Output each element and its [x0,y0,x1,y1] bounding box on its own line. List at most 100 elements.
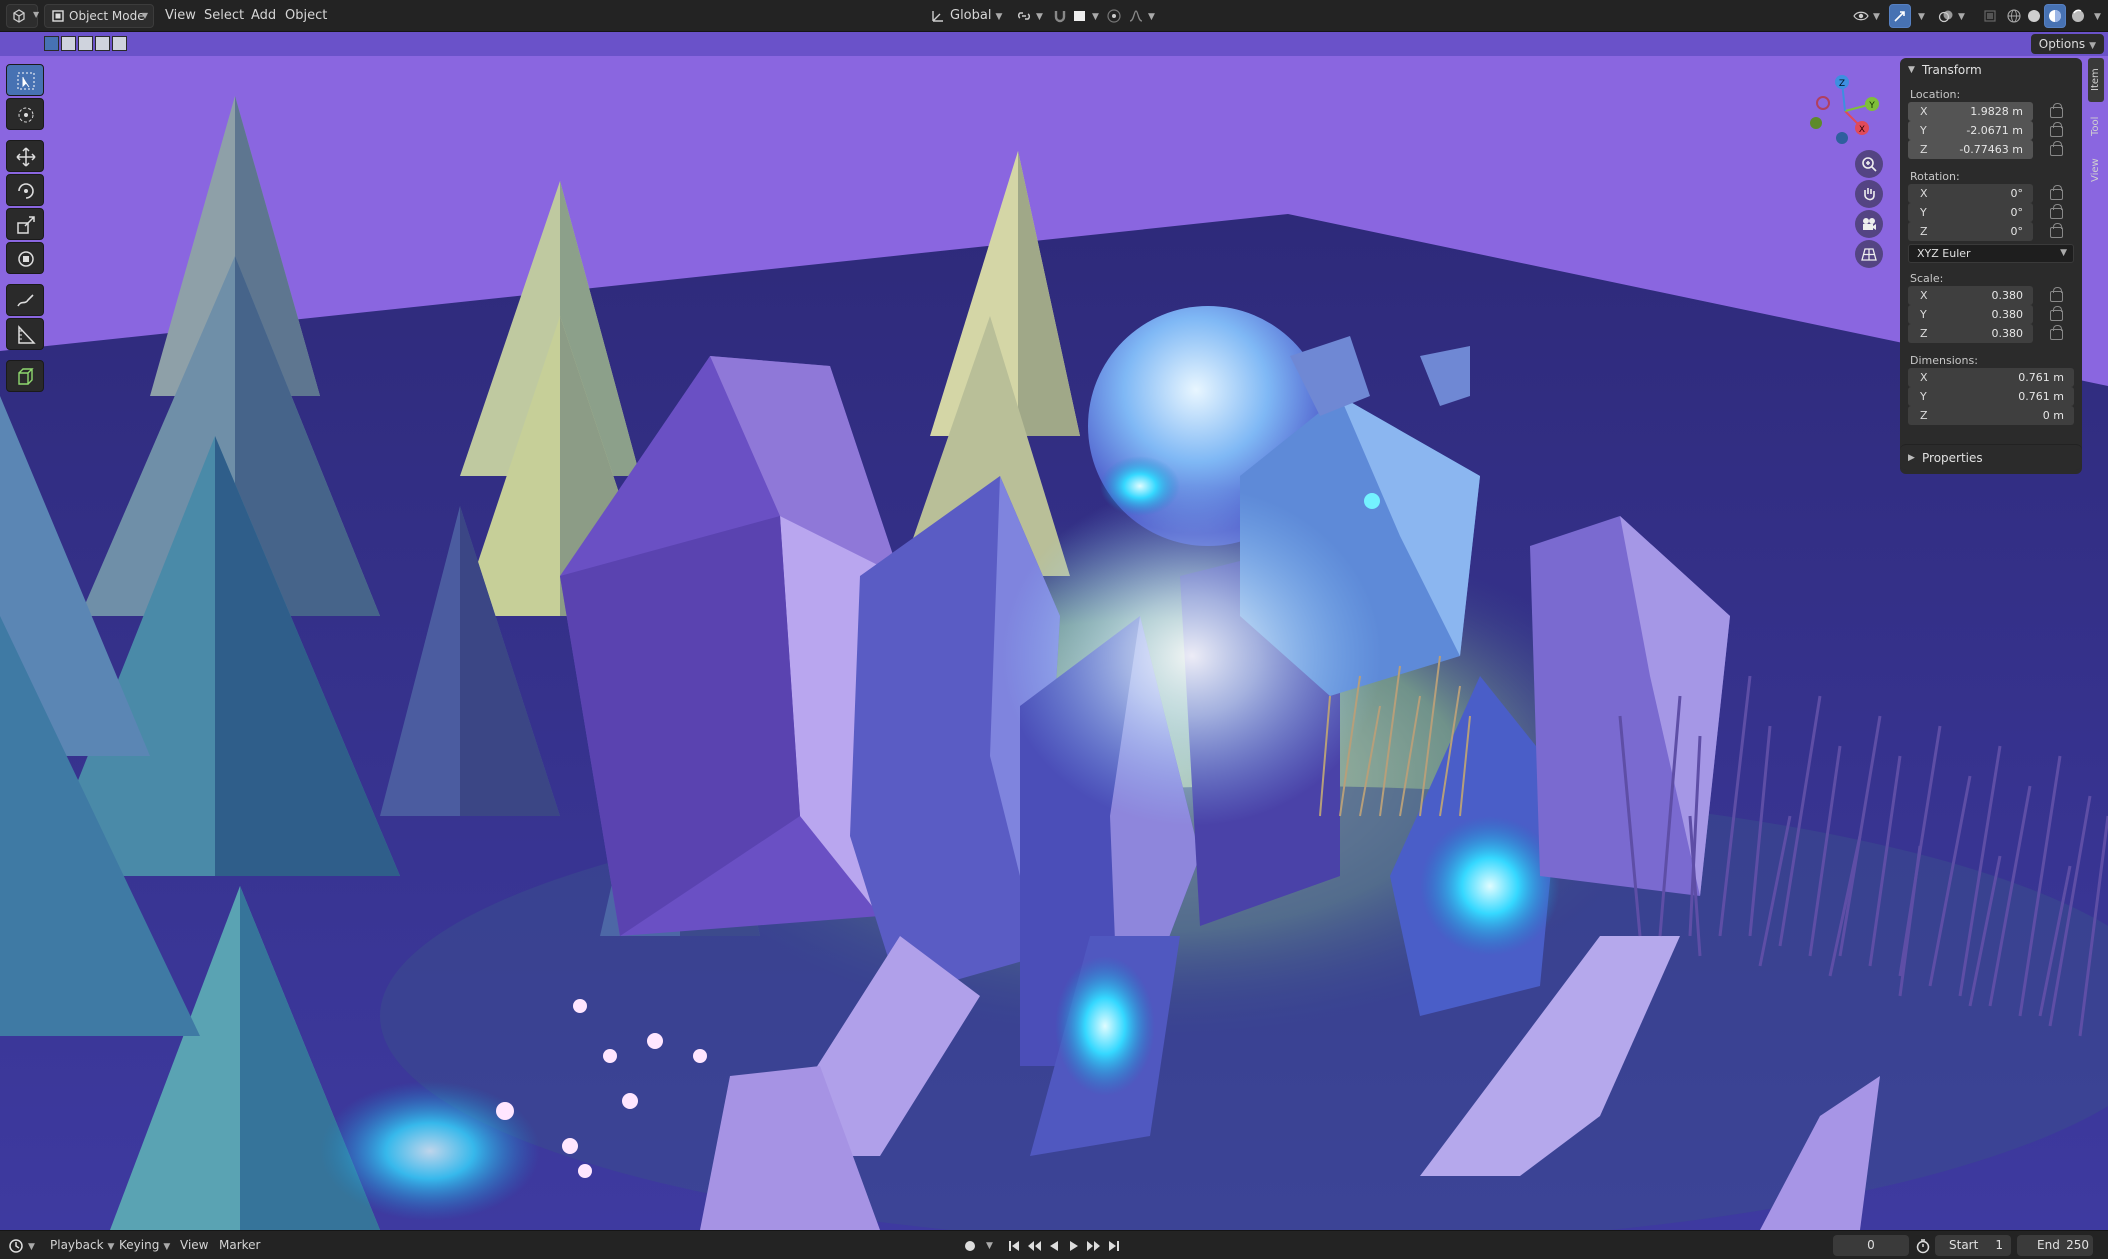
menu-playback[interactable]: Playback ▼ [50,1231,114,1259]
menu-keying[interactable]: Keying ▼ [119,1231,170,1259]
select-invert-mode-button[interactable] [95,36,110,51]
pivot-point-selector[interactable]: ▼ [1016,0,1052,32]
menu-marker[interactable]: Marker [219,1231,260,1259]
annotate-tool[interactable] [6,284,44,316]
end-frame-field[interactable]: End 250 [2017,1235,2093,1256]
lock-icon[interactable] [2050,141,2063,156]
lock-icon[interactable] [2050,223,2063,238]
start-frame-field[interactable]: Start 1 [1935,1235,2011,1256]
scale-label: Scale: [1910,272,1944,285]
menu-view[interactable]: View [165,0,196,32]
navigation-gizmo[interactable]: X Y Z [1800,66,1890,156]
lock-icon[interactable] [2050,185,2063,200]
axis-label: X [1920,371,1928,384]
timeline-editor-type-selector[interactable]: ▼ [8,1231,38,1259]
end-label: End [2037,1238,2060,1252]
menu-select[interactable]: Select [204,0,244,32]
gizmo-neg-x[interactable] [1816,96,1830,110]
menu-add[interactable]: Add [251,0,276,32]
lock-icon[interactable] [2050,306,2063,321]
tab-tool[interactable]: Tool [2088,106,2104,146]
select-new-mode-button[interactable] [44,36,59,51]
rotation-x-field[interactable]: X 0° [1908,184,2033,203]
auto-keying-options[interactable]: ▼ [982,1238,998,1254]
mode-selector[interactable]: Object Mode ▼ [44,4,154,28]
gizmo-neg-y[interactable] [1810,117,1822,129]
scale-y-field[interactable]: Y 0.380 [1908,305,2033,324]
menu-timeline-view[interactable]: View [180,1231,208,1259]
select-intersect-mode-button[interactable] [112,36,127,51]
location-x-field[interactable]: X 1.9828 m [1908,102,2033,121]
play-button[interactable] [1066,1238,1082,1254]
jump-start-button[interactable] [1006,1238,1022,1254]
shading-material-button[interactable] [2044,4,2066,28]
move-tool[interactable] [6,140,44,172]
scale-tool[interactable] [6,208,44,240]
proportional-falloff-selector[interactable]: ▼ [1128,0,1160,32]
tab-item[interactable]: Item [2088,58,2104,102]
transform-panel-header[interactable]: ▼ Transform [1900,58,2082,82]
transform-tool[interactable] [6,242,44,274]
xray-toggle[interactable] [1982,0,2000,32]
gizmo-toggle[interactable] [1889,4,1911,28]
cursor-tool[interactable] [6,98,44,130]
next-keyframe-button[interactable] [1086,1238,1102,1254]
gizmo-neg-z[interactable] [1836,132,1848,144]
proportional-edit-toggle[interactable] [1106,0,1124,32]
shading-rendered-button[interactable] [2070,0,2088,32]
gizmo-options-dropdown[interactable]: ▼ [1914,0,1928,32]
dimensions-x-field[interactable]: X 0.761 m [1908,368,2074,387]
shading-solid-button[interactable] [2026,0,2044,32]
viewport-header: ▼ Object Mode ▼ View Select Add Object G… [0,0,2108,32]
jump-end-button[interactable] [1106,1238,1122,1254]
play-reverse-button[interactable] [1046,1238,1062,1254]
auto-keying-toggle[interactable] [962,1238,978,1254]
field-value: 0.380 [1991,327,2024,340]
editor-type-selector[interactable]: ▼ [6,4,39,28]
select-subtract-mode-button[interactable] [78,36,93,51]
location-z-field[interactable]: Z -0.77463 m [1908,140,2033,159]
3d-viewport[interactable]: X Y Z ▼ Transform Location: X 1.9828 m Y [0,56,2108,1230]
tab-view[interactable]: View [2088,150,2104,190]
overlays-toggle[interactable]: ▼ [1938,0,1974,32]
options-dropdown[interactable]: Options ▼ [2030,34,2104,54]
dimensions-y-field[interactable]: Y 0.761 m [1908,387,2074,406]
zoom-view-button[interactable] [1855,150,1883,178]
scale-z-field[interactable]: Z 0.380 [1908,324,2033,343]
perspective-toggle-button[interactable] [1855,240,1883,268]
camera-view-button[interactable] [1855,210,1883,238]
use-preview-range-toggle[interactable] [1915,1238,1931,1254]
transform-orientation-selector[interactable]: Global ▼ [930,0,1008,32]
next-keyframe-icon [1087,1241,1100,1251]
rotate-tool[interactable] [6,174,44,206]
lock-icon[interactable] [2050,287,2063,302]
shading-wireframe-button[interactable] [2006,0,2024,32]
select-box-tool[interactable] [6,64,44,96]
rotation-y-field[interactable]: Y 0° [1908,203,2033,222]
axis-label: X [1920,105,1928,118]
scale-x-field[interactable]: X 0.380 [1908,286,2033,305]
lock-icon[interactable] [2050,204,2063,219]
rotation-mode-dropdown[interactable]: XYZ Euler ▼ [1908,244,2074,263]
menu-playback-label: Playback [50,1238,104,1252]
menu-object[interactable]: Object [285,0,327,32]
shading-options-dropdown[interactable]: ▼ [2090,0,2104,32]
properties-panel-header[interactable]: ▶ Properties [1900,445,2082,471]
properties-panel[interactable]: ▶ Properties [1900,444,2082,470]
add-cube-tool[interactable] [6,360,44,392]
dimensions-z-field[interactable]: Z 0 m [1908,406,2074,425]
lock-icon[interactable] [2050,325,2063,340]
rotation-z-field[interactable]: Z 0° [1908,222,2033,241]
play-icon [1070,1241,1078,1251]
selectability-visibility-selector[interactable]: ▼ [1853,0,1885,32]
snap-target-selector[interactable]: ▼ [1072,0,1104,32]
lock-icon[interactable] [2050,122,2063,137]
prev-keyframe-button[interactable] [1026,1238,1042,1254]
location-y-field[interactable]: Y -2.0671 m [1908,121,2033,140]
snap-toggle[interactable] [1052,0,1070,32]
measure-tool[interactable] [6,318,44,350]
current-frame-field[interactable]: 0 [1833,1235,1909,1256]
pan-view-button[interactable] [1855,180,1883,208]
select-extend-mode-button[interactable] [61,36,76,51]
lock-icon[interactable] [2050,103,2063,118]
